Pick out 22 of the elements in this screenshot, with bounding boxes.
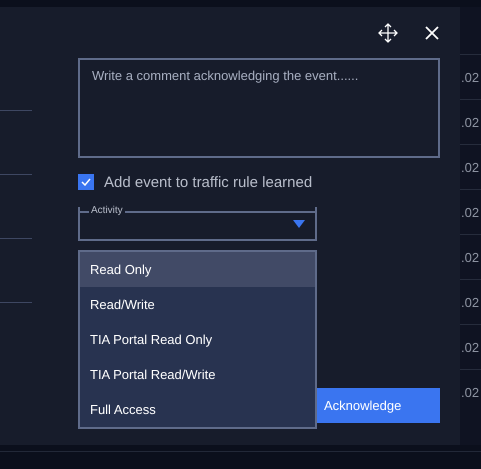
- table-cell: .02: [461, 70, 480, 84]
- activity-dropdown[interactable]: Activity: [78, 207, 317, 241]
- table-cell: .02: [461, 294, 480, 310]
- dropdown-option[interactable]: Read/Write: [80, 287, 315, 322]
- table-cell: .02: [461, 204, 480, 220]
- check-icon: [81, 178, 91, 186]
- checkbox[interactable]: [78, 174, 94, 190]
- table-cell: .02: [461, 250, 480, 264]
- dropdown-option[interactable]: TIA Portal Read Only: [80, 322, 315, 357]
- comment-field[interactable]: Write a comment acknowledging the event......: [78, 58, 440, 158]
- field-label: Activity: [90, 206, 124, 216]
- move-icon[interactable]: [378, 22, 398, 42]
- table-cell: .02: [461, 340, 480, 354]
- dropdown-option[interactable]: Full Access: [80, 392, 315, 427]
- dropdown-option[interactable]: TIA Portal Read/Write: [80, 357, 315, 392]
- caret-icon: [293, 220, 305, 228]
- dropdown-option[interactable]: Read Only: [80, 252, 315, 287]
- table-cell: .02: [461, 384, 480, 400]
- table-cell: .02: [461, 114, 480, 130]
- checkbox-label: Add event to traffic rule learned: [104, 174, 312, 190]
- acknowledge-button[interactable]: Acknowledge: [317, 388, 440, 423]
- table-cell: .02: [461, 160, 480, 174]
